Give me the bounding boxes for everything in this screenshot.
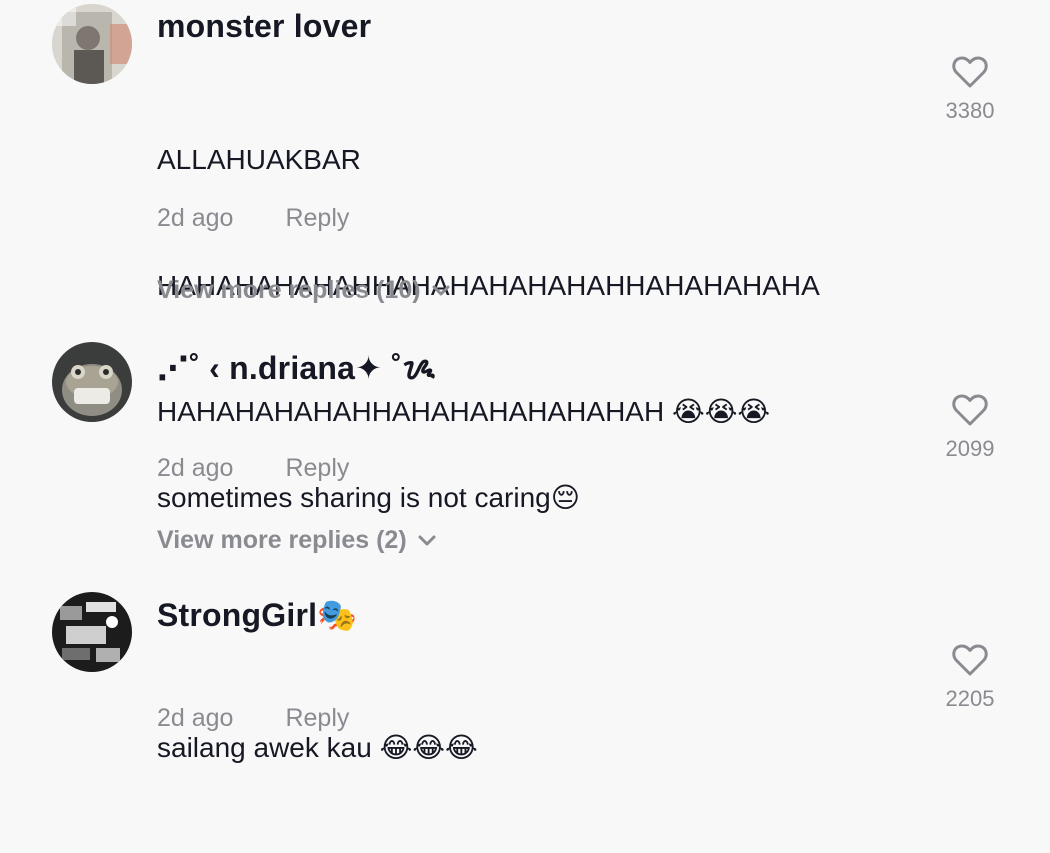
view-more-replies[interactable]: View more replies (2) <box>157 526 437 555</box>
comment-time: 2d ago <box>157 704 234 732</box>
like-count: 3380 <box>945 98 995 123</box>
comment-text-line: ALLAHUAKBAR <box>157 144 361 175</box>
comment-time: 2d ago <box>157 454 234 482</box>
view-more-replies-label: View more replies (2) <box>157 526 407 554</box>
comment-text-line: sometimes sharing is not caring😔 <box>157 482 580 513</box>
like-count: 2099 <box>945 436 995 461</box>
comment-text-line: sailang awek kau 😂😂😂 <box>157 732 478 763</box>
heart-icon <box>952 56 988 88</box>
comment-text: sailang awek kau 😂😂😂 <box>157 643 917 853</box>
comment-username[interactable]: ⋰˚ ‹ n.driana✦ ˚ᝰ <box>157 346 436 389</box>
comment-meta: 2d ago Reply <box>157 454 349 483</box>
like-count: 2205 <box>945 686 995 711</box>
chevron-down-icon <box>418 535 436 546</box>
avatar[interactable] <box>52 4 132 84</box>
comment-meta: 2d ago Reply <box>157 204 349 233</box>
chevron-down-icon <box>432 285 450 296</box>
comment-meta: 2d ago Reply <box>157 704 349 733</box>
heart-icon <box>952 644 988 676</box>
comment-username[interactable]: StrongGirl🎭 <box>157 596 357 634</box>
reply-button[interactable]: Reply <box>285 454 349 482</box>
like-button[interactable]: 2099 <box>942 394 998 462</box>
comment-time: 2d ago <box>157 204 234 232</box>
heart-icon <box>952 394 988 426</box>
reply-button[interactable]: Reply <box>285 204 349 232</box>
view-more-replies-label: View more replies (10) <box>157 276 421 304</box>
avatar[interactable] <box>52 342 132 422</box>
like-button[interactable]: 2205 <box>942 644 998 712</box>
avatar[interactable] <box>52 592 132 672</box>
reply-button[interactable]: Reply <box>285 704 349 732</box>
comment-text: sometimes sharing is not caring😔 <box>157 393 917 603</box>
like-button[interactable]: 3380 <box>942 56 998 124</box>
comment-username[interactable]: monster lover <box>157 8 371 45</box>
view-more-replies[interactable]: View more replies (10) <box>157 276 451 305</box>
